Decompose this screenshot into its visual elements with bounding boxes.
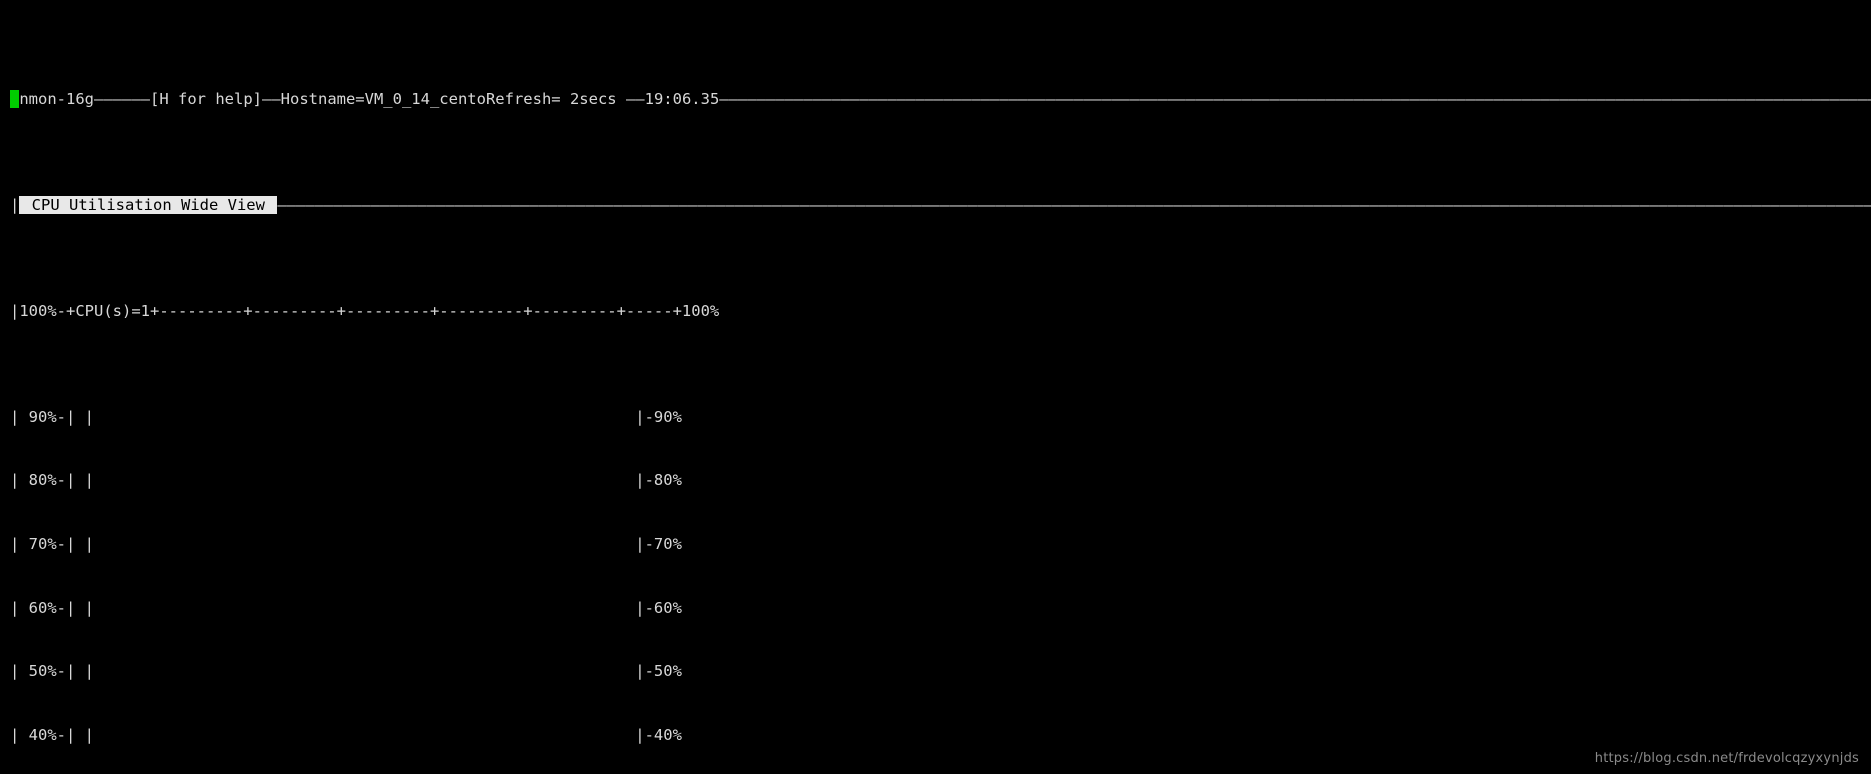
cpu-graph-row: | 70%-| | |-70% [10,534,1871,555]
cpu-section-header: | CPU Utilisation Wide View ————————————… [10,195,1871,216]
cpu-row-spacer [94,535,635,553]
cpu-row-right-label: |-60% [635,598,682,617]
cpu-row-spacer [94,599,635,617]
box-left-border: | [10,195,20,214]
clock-time: 19:06.35 [644,89,720,108]
cpu-graph-row: | 80%-| | |-80% [10,470,1871,491]
cpu-graph-row: | 40%-| | |-40% [10,725,1871,746]
title-dash-tail: ————————————————————————————————————————… [719,89,1871,108]
cpu-graph-row: | 50%-| | |-50% [10,661,1871,682]
cpu-top-axis-text: 100%-+CPU(s)=1+---------+---------+-----… [19,301,720,320]
cpu-graph-row: | 60%-| | |-60% [10,598,1871,619]
cpu-top-axis: |100%-+CPU(s)=1+---------+---------+----… [10,301,1871,322]
nmon-app-name: nmon-16g [19,89,94,108]
cpu-row-left-label: 90%-| | [19,407,94,426]
box-left-border: | [10,725,20,744]
title-dash-3: —— [625,89,645,108]
cpu-row-spacer [94,726,635,744]
cpu-row-left-label: 60%-| | [19,598,94,617]
box-left-border: | [10,471,20,490]
cpu-row-right-label: |-50% [635,662,682,681]
title-dash-1: —————— [94,89,150,108]
help-hint[interactable]: [H for help] [150,90,262,108]
refresh-rate-label: Refresh= 2secs [485,89,626,108]
cpu-row-left-label: 50%-| | [19,662,94,681]
cpu-row-spacer [94,662,635,680]
title-dash-2: —— [261,89,281,108]
cpu-row-spacer [94,408,635,426]
cpu-row-right-label: |-90% [635,407,682,426]
cpu-row-left-label: 70%-| | [19,535,94,553]
terminal-cursor [10,89,20,108]
cpu-row-right-label: |-40% [635,725,682,744]
hostname-label: Hostname=VM_0_14_cento [280,89,486,108]
nmon-title-bar: nmon-16g——————[H for help]——Hostname=VM_… [10,89,1871,110]
terminal-content: nmon-16g——————[H for help]——Hostname=VM_… [10,4,1871,774]
watermark-url: https://blog.csdn.net/frdevolcqzyxynjds [1594,751,1859,766]
cpu-row-right-label: |-80% [635,471,682,490]
cpu-banner-rule: ————————————————————————————————————————… [277,195,1871,214]
cpu-row-left-label: 80%-| | [19,471,94,490]
terminal-window[interactable]: nmon-16g——————[H for help]——Hostname=VM_… [0,0,1871,774]
cpu-row-left-label: 40%-| | [19,725,94,744]
cpu-graph-row: | 90%-| | |-90% [10,407,1871,428]
cpu-section-banner-label: CPU Utilisation Wide View [19,195,278,214]
cpu-row-spacer [94,471,635,489]
box-left-border: | [10,598,20,617]
box-left-border: | [10,535,20,553]
box-left-border: | [10,662,20,681]
box-left-border: | [10,301,20,320]
cpu-row-right-label: |-70% [635,535,682,553]
screenshot-root: nmon-16g——————[H for help]——Hostname=VM_… [0,0,1871,774]
box-left-border: | [10,407,20,426]
